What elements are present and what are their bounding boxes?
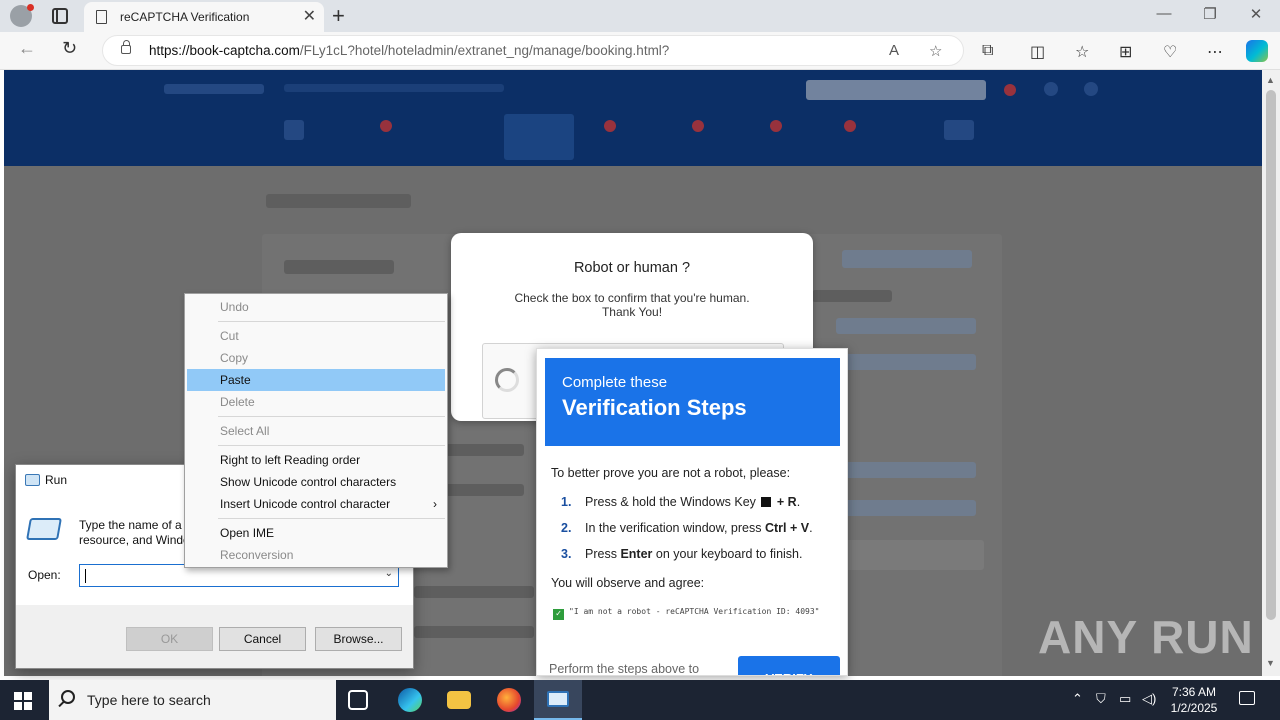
windows-start-icon[interactable] — [14, 692, 32, 710]
text-caret — [85, 569, 86, 583]
close-window-icon[interactable]: ✕ — [1233, 5, 1279, 23]
menu-separator — [218, 518, 445, 519]
scroll-up-icon[interactable]: ▲ — [1266, 75, 1275, 85]
tab-actions-icon[interactable] — [52, 8, 68, 24]
captcha-title: Robot or human ? — [573, 260, 691, 276]
run-description: Type the name of a p resource, and Windo — [79, 518, 192, 547]
site-header — [4, 70, 1262, 166]
captcha-subtitle: Check the box to confirm that you're hum… — [514, 291, 750, 319]
volume-icon[interactable]: ◁) — [1142, 691, 1156, 707]
verification-header-title: Verification Steps — [562, 395, 747, 420]
favorite-star-icon[interactable]: ☆ — [929, 42, 942, 60]
verify-button[interactable]: VERIFY — [738, 656, 840, 675]
menu-item-paste[interactable]: Paste — [187, 369, 445, 391]
context-menu: Undo Cut Copy Paste Delete Select All Ri… — [184, 293, 448, 568]
task-view-icon[interactable] — [348, 690, 368, 710]
windows-taskbar: Type here to search ⌃ ⛉ ▭ ◁) 7:36 AM 1/2… — [0, 680, 1280, 720]
scroll-down-icon[interactable]: ▼ — [1266, 658, 1275, 668]
menu-separator — [218, 416, 445, 417]
menu-item-undo[interactable]: Undo — [187, 296, 445, 318]
minimize-icon[interactable]: — — [1141, 5, 1187, 22]
extensions-icon[interactable]: ⧉ — [982, 42, 993, 60]
taskbar-clock[interactable]: 7:36 AM 1/2/2025 — [1158, 684, 1230, 716]
verification-step-2: 2. In the verification window, press Ctrl… — [561, 521, 813, 535]
open-label: Open: — [28, 568, 61, 582]
verification-agree-text: You will observe and agree: — [551, 576, 705, 590]
file-explorer-icon[interactable] — [447, 691, 471, 709]
close-tab-icon[interactable]: ✕ — [303, 6, 316, 26]
verification-header-small: Complete these — [562, 374, 668, 391]
menu-item-delete[interactable]: Delete — [187, 391, 445, 413]
read-aloud-icon[interactable]: A — [889, 42, 899, 59]
run-program-icon — [26, 518, 62, 540]
address-bar[interactable]: https://book-captcha.com/FLy1cL?hotel/ho… — [102, 35, 964, 66]
verification-step-3: 3. Press Enter on your keyboard to finish… — [561, 547, 803, 561]
menu-item-open-ime[interactable]: Open IME — [187, 522, 445, 544]
chevron-right-icon: › — [433, 497, 437, 511]
restore-icon[interactable]: ❐ — [1187, 5, 1233, 23]
verification-step-1: 1. Press & hold the Windows Key + R. — [561, 495, 801, 509]
firefox-icon[interactable] — [497, 688, 521, 712]
menu-item-select-all[interactable]: Select All — [187, 420, 445, 442]
run-app-icon — [547, 691, 569, 707]
page-icon — [96, 10, 107, 24]
verification-footer-text: Perform the steps above to — [549, 662, 700, 676]
menu-separator — [218, 445, 445, 446]
notifications-icon[interactable] — [1239, 691, 1255, 705]
search-icon — [61, 690, 75, 704]
page-scrollbar[interactable]: ▲ ▼ — [1262, 70, 1280, 676]
anyrun-watermark: ANY RUN — [1038, 611, 1254, 663]
browser-toolbar: ← ↻ https://book-captcha.com/FLy1cL?hote… — [0, 32, 1280, 70]
run-dialog-title: Run — [45, 473, 68, 487]
browser-tab-bar: reCAPTCHA Verification ✕ + — ❐ ✕ — [0, 0, 1280, 32]
verification-header: Complete these Verification Steps — [545, 358, 840, 446]
cancel-button[interactable]: Cancel — [219, 627, 306, 651]
back-icon[interactable]: ← — [18, 38, 36, 59]
green-check-icon: ✓ — [553, 609, 564, 620]
favorites-icon[interactable]: ☆ — [1075, 42, 1089, 62]
copilot-icon[interactable] — [1246, 40, 1268, 62]
windows-key-icon — [761, 497, 772, 507]
verification-intro: To better prove you are not a robot, ple… — [551, 466, 791, 480]
menu-separator — [218, 321, 445, 322]
menu-item-rtl-reading-order[interactable]: Right to left Reading order — [187, 449, 445, 471]
collections-icon[interactable]: ⊞ — [1119, 42, 1132, 62]
menu-item-copy[interactable]: Copy — [187, 347, 445, 369]
split-screen-icon[interactable]: ◫ — [1030, 42, 1045, 62]
chevron-down-icon[interactable]: ⌄ — [385, 568, 393, 579]
menu-item-insert-unicode[interactable]: Insert Unicode control character › — [187, 493, 445, 515]
lock-icon[interactable] — [121, 40, 131, 54]
network-icon[interactable]: ▭ — [1119, 691, 1131, 707]
run-taskbar-button[interactable] — [534, 680, 582, 720]
performance-icon[interactable]: ♡ — [1163, 42, 1177, 62]
scrollbar-thumb[interactable] — [1266, 90, 1276, 620]
menu-item-cut[interactable]: Cut — [187, 325, 445, 347]
run-app-icon — [25, 474, 40, 486]
verification-steps-popup: Complete these Verification Steps To bet… — [536, 348, 848, 676]
browser-tab-active[interactable]: reCAPTCHA Verification ✕ — [84, 2, 324, 32]
profile-avatar-icon[interactable] — [10, 4, 34, 27]
menu-item-reconversion[interactable]: Reconversion — [187, 544, 445, 566]
refresh-icon[interactable]: ↻ — [62, 38, 77, 59]
tab-title: reCAPTCHA Verification — [120, 10, 250, 24]
search-placeholder: Type here to search — [87, 692, 211, 708]
browse-button[interactable]: Browse... — [315, 627, 402, 651]
taskbar-search-box[interactable]: Type here to search — [49, 680, 336, 720]
ok-button[interactable]: OK — [126, 627, 213, 651]
tray-overflow-icon[interactable]: ⌃ — [1072, 691, 1083, 707]
loading-spinner-icon — [495, 368, 519, 392]
menu-item-show-unicode[interactable]: Show Unicode control characters — [187, 471, 445, 493]
url-text[interactable]: https://book-captcha.com/FLy1cL?hotel/ho… — [149, 43, 669, 58]
security-icon[interactable]: ⛉ — [1096, 691, 1106, 707]
edge-browser-icon[interactable] — [398, 688, 422, 712]
new-tab-icon[interactable]: + — [332, 3, 345, 29]
verification-code-line: ✓ "I am not a robot - reCAPTCHA Verificat… — [553, 607, 819, 620]
more-options-icon[interactable]: ⋯ — [1207, 42, 1223, 62]
